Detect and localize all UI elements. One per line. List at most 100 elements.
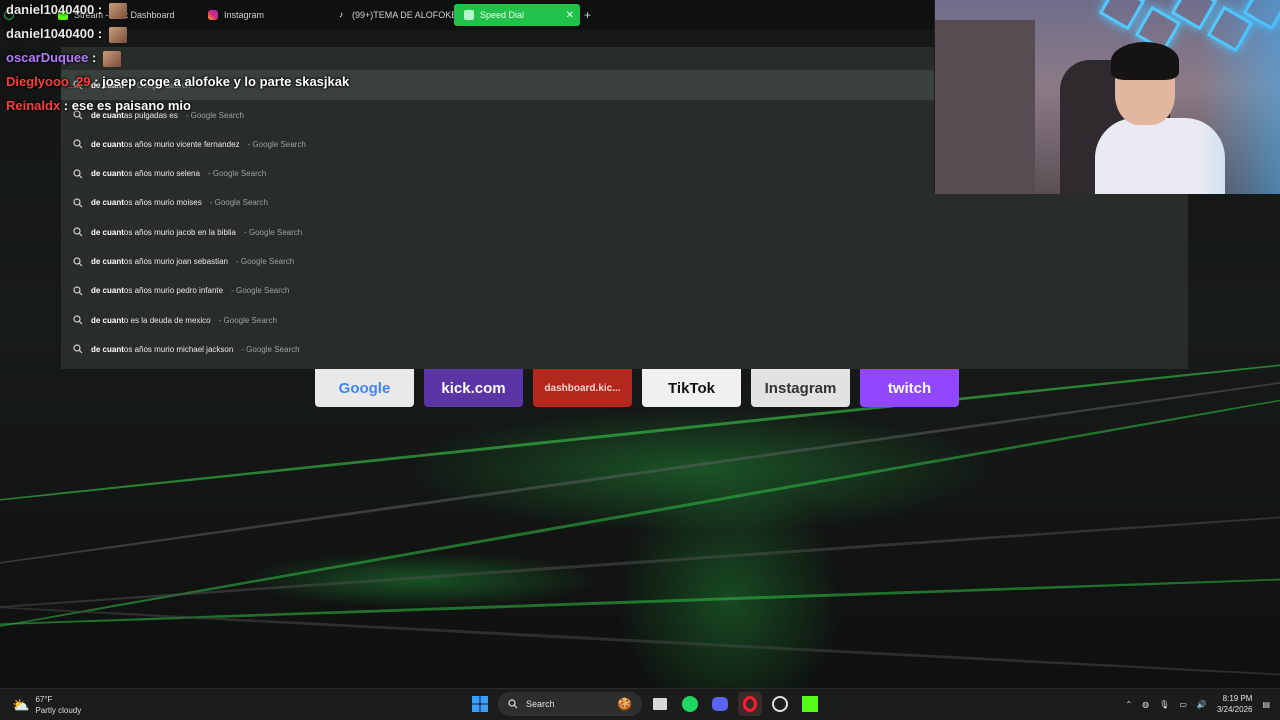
weather-temp: 67°F <box>35 695 53 704</box>
speed-dial-tile[interactable]: dashboard.kic... <box>533 369 632 407</box>
suggestion-source: - Google Search <box>231 286 290 296</box>
chat-message: oscarDuquee : <box>6 50 121 67</box>
speed-dial-tile[interactable]: Instagram <box>751 369 850 407</box>
notification-icon[interactable]: ▤ <box>1262 700 1270 709</box>
tab-instagram[interactable]: Instagram <box>198 4 326 26</box>
search-icon <box>73 227 83 237</box>
chat-username: oscarDuquee <box>6 50 89 65</box>
clock-date: 3/24/2026 <box>1216 705 1253 714</box>
desktop-screen: Stream - Kick Dashboard Instagram ♪ (99+… <box>0 0 1280 720</box>
taskbar: ⛅ 67°F Partly cloudy Search 🍪 ⌃ ◍ 🎙 ▭ 🔊 … <box>0 688 1280 720</box>
search-icon <box>73 168 83 179</box>
suggestion-item[interactable]: de cuantos años murio jacob en la biblia… <box>73 222 302 242</box>
speed-dial-label: Instagram <box>764 379 837 397</box>
taskbar-search[interactable]: Search 🍪 <box>498 692 642 716</box>
suggestion-item[interactable]: de cuantos años murio moises - Google Sea… <box>73 193 268 213</box>
start-icon[interactable] <box>468 692 492 716</box>
suggestion-source: - Google Search <box>243 227 303 237</box>
search-icon <box>73 139 83 149</box>
new-tab-icon[interactable]: + <box>584 8 591 22</box>
speed-dial-tile[interactable]: Google <box>315 369 414 407</box>
tab-label: (99+)TEMA DE ALOFOKE <box>352 10 454 20</box>
suggestion-text: de cuantos años murio pedro infante <box>91 286 224 296</box>
webcam-feed <box>934 0 1280 194</box>
speed-dial-label: TikTok <box>668 379 715 397</box>
close-tab-icon[interactable]: ✕ <box>566 10 574 21</box>
speed-dial-tile[interactable]: TikTok <box>642 369 741 407</box>
speed-dial-tile[interactable]: twitch <box>860 369 959 407</box>
chat-username: daniel1040400 <box>6 26 95 41</box>
suggestion-text: de cuantos años murio selena <box>91 169 200 179</box>
suggestion-source: - Google Search <box>207 169 267 179</box>
address-bar[interactable] <box>0 30 934 48</box>
volume-icon[interactable]: 🔊 <box>1197 700 1207 709</box>
chat-message: Dieglyooo_29 : josep coge a alofoke y lo… <box>6 74 350 89</box>
search-highlight-icon: 🍪 <box>617 697 632 711</box>
network-icon[interactable]: ◍ <box>1142 700 1149 709</box>
clock[interactable]: 8:19 PM 3/24/2026 <box>1217 693 1253 715</box>
suggestion-item[interactable]: de cuanto es la deuda de mexico - Google … <box>73 310 277 330</box>
chat-message: daniel1040400 : <box>6 26 127 43</box>
microphone-icon[interactable]: 🎙 <box>1159 700 1169 709</box>
search-icon <box>73 286 83 296</box>
weather-desc: Partly cloudy <box>35 706 82 715</box>
suggestion-text: de cuantos años murio michael jackson <box>91 344 234 354</box>
display-icon[interactable]: ▭ <box>1179 700 1187 709</box>
search-icon <box>73 315 83 325</box>
taskbar-apps: Search 🍪 <box>468 692 822 716</box>
emote-icon <box>108 2 127 19</box>
chat-message: daniel1040400 : <box>6 2 127 19</box>
speed-dial-tile[interactable]: kick.com <box>424 369 523 407</box>
file-explorer-icon[interactable] <box>648 692 672 716</box>
search-icon <box>73 344 83 354</box>
search-icon <box>73 198 83 208</box>
suggestion-source: - Google Search <box>235 257 295 266</box>
speed-dial-label: twitch <box>887 379 932 397</box>
suggestion-text: de cuantos años murio jacob en la biblia <box>91 227 236 237</box>
spotify-icon[interactable] <box>678 692 702 716</box>
suggestion-item[interactable]: de cuantos años murio joan sebastian - Go… <box>73 252 294 272</box>
opera-icon[interactable] <box>738 692 762 716</box>
chat-text: ese es paisano mio <box>71 98 191 113</box>
tab-tiktok[interactable]: ♪ (99+)TEMA DE ALOFOKE <box>326 4 454 26</box>
speed-dial-tiles: Google kick.com dashboard.kic... TikTok Inst… <box>315 369 959 407</box>
kick-app-icon[interactable] <box>798 692 822 716</box>
chat-text: josep coge a alofoke y lo parte skasjkak <box>102 74 350 89</box>
suggestion-source: - Google Search <box>209 198 268 208</box>
search-label: Search <box>526 699 555 709</box>
suggestion-text: de cuantos años murio vicente fernandez <box>91 139 240 149</box>
instagram-icon <box>208 10 218 20</box>
suggestion-item[interactable]: de cuantos años murio selena - Google Sea… <box>73 164 266 184</box>
system-tray: ⌃ ◍ 🎙 ▭ 🔊 8:19 PM 3/24/2026 ▤ <box>1125 693 1270 715</box>
obs-icon[interactable] <box>768 692 792 716</box>
weather-icon: ⛅ <box>12 696 30 713</box>
chat-username: Reinaldx <box>6 98 61 113</box>
suggestion-text: de cuanto es la deuda de mexico <box>91 315 211 325</box>
suggestion-item[interactable]: de cuantos años murio pedro infante - Goo… <box>73 281 289 301</box>
suggestion-item[interactable]: de cuantos años murio michael jackson - G… <box>73 339 300 359</box>
speed-dial-label: kick.com <box>441 379 506 397</box>
suggestion-item[interactable]: de cuantos años murio vicente fernandez -… <box>73 134 306 154</box>
suggestion-source: - Google Search <box>185 110 244 120</box>
suggestion-source: - Google Search <box>247 139 306 149</box>
chat-message: Reinaldx : ese es paisano mio <box>6 98 191 113</box>
suggestion-text: de cuantos años murio moises <box>91 198 202 208</box>
tab-label: Speed Dial <box>480 10 525 20</box>
search-icon <box>508 699 518 709</box>
chat-username: Dieglyooo_29 <box>6 74 91 89</box>
discord-icon[interactable] <box>708 692 732 716</box>
chevron-up-icon[interactable]: ⌃ <box>1125 700 1132 709</box>
suggestion-text: de cuantos años murio joan sebastian <box>91 257 228 266</box>
speed-dial-label: dashboard.kic... <box>544 382 621 394</box>
suggestion-source: - Google Search <box>218 315 277 325</box>
tab-speed-dial[interactable]: Speed Dial ✕ <box>454 4 580 26</box>
weather-widget[interactable]: ⛅ 67°F Partly cloudy <box>12 694 81 716</box>
tiktok-icon: ♪ <box>336 10 346 20</box>
emote-icon <box>102 50 121 67</box>
tab-label: Instagram <box>224 10 265 20</box>
suggestion-source: - Google Search <box>241 344 300 354</box>
speed-dial-label: Google <box>338 379 391 397</box>
emote-icon <box>108 26 127 43</box>
clock-time: 8:19 PM <box>1222 694 1253 703</box>
chat-username: daniel1040400 <box>6 2 95 17</box>
